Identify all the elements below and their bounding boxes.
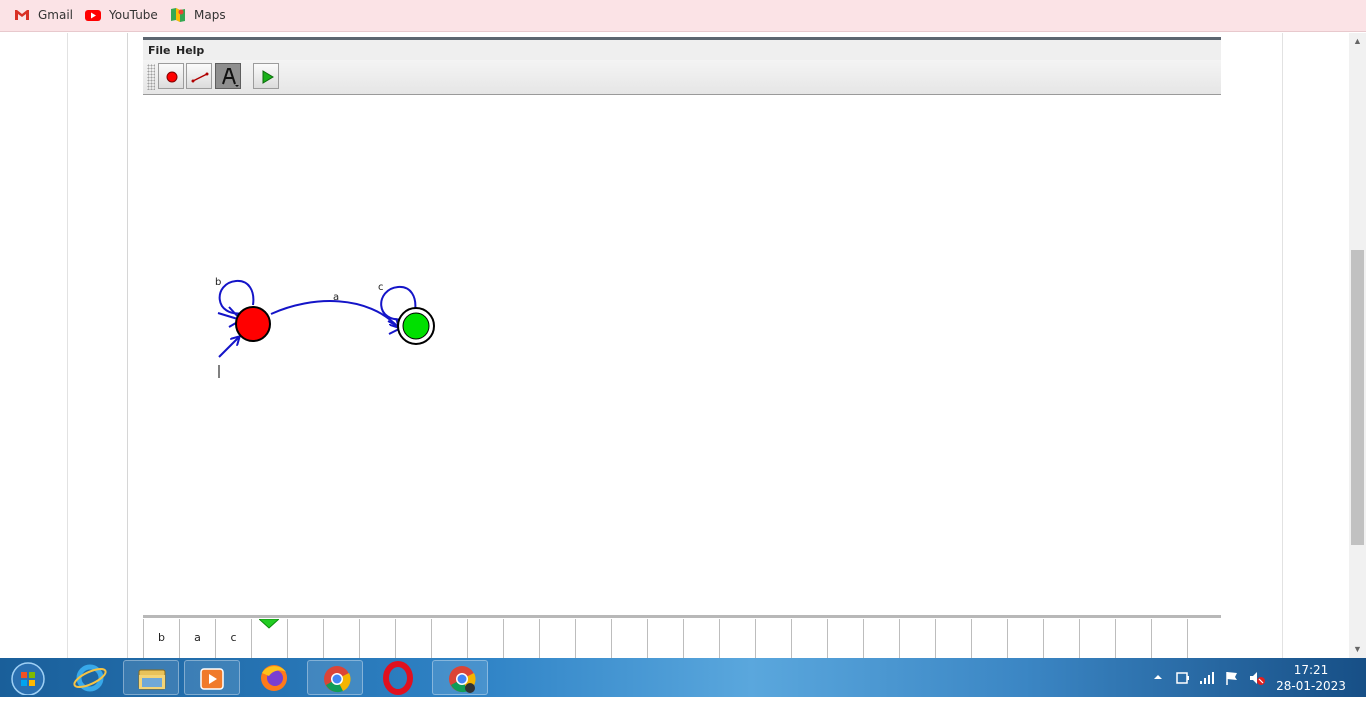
applet-toolbar (143, 60, 1221, 95)
initial-state-arrow (218, 337, 239, 358)
attribute-editor-button[interactable] (215, 63, 241, 89)
bookmark-label: Gmail (38, 8, 74, 22)
state-circle-icon (166, 71, 178, 83)
toolbar-grip[interactable] (147, 64, 155, 90)
transition-arrow-icon (191, 72, 209, 83)
transition-label-a[interactable]: a (333, 292, 339, 303)
page-right-rule (1282, 33, 1283, 658)
tape-cell[interactable] (971, 619, 1007, 658)
bookmarks-bar: Gmail YouTube Maps (0, 0, 1366, 32)
media-player-icon[interactable] (184, 660, 240, 695)
page-left-rule (67, 33, 68, 658)
tape-cell[interactable] (1007, 619, 1043, 658)
bookmark-label: YouTube (109, 8, 158, 22)
tape-cell[interactable]: b (143, 619, 179, 658)
windows-taskbar: 17:21 28-01-2023 (0, 658, 1366, 697)
tape-cell[interactable]: c (215, 619, 251, 658)
tape-cell[interactable] (719, 619, 755, 658)
tape-cell[interactable] (1043, 619, 1079, 658)
tape-cell[interactable] (287, 619, 323, 658)
tape-cell[interactable] (647, 619, 683, 658)
play-icon (262, 70, 274, 84)
tape-cell[interactable] (323, 619, 359, 658)
menu-help[interactable]: Help (176, 44, 204, 57)
chrome-active-icon[interactable] (432, 660, 488, 695)
bookmark-label: Maps (194, 8, 226, 22)
tape-cell[interactable] (395, 619, 431, 658)
bookmark-youtube[interactable]: YouTube (85, 7, 158, 23)
youtube-icon (85, 10, 101, 21)
tape-cell[interactable] (467, 619, 503, 658)
state-tool-button[interactable] (158, 63, 184, 89)
state-q0-initial[interactable] (235, 306, 271, 342)
start-button[interactable] (2, 660, 52, 695)
tape-cell[interactable] (359, 619, 395, 658)
maps-icon (171, 8, 185, 22)
network-signal-icon[interactable] (1199, 670, 1215, 709)
transition-label-c[interactable]: c (378, 282, 384, 293)
tape-cell[interactable] (1187, 619, 1221, 658)
transition-q0-q1 (270, 300, 398, 327)
bookmark-gmail[interactable]: Gmail (14, 7, 73, 23)
tape-cell[interactable] (863, 619, 899, 658)
automaton-diagram[interactable]: b a c (143, 95, 1221, 615)
tape-cell[interactable] (1151, 619, 1187, 658)
action-center-flag-icon[interactable] (1224, 670, 1240, 709)
state-q1-final[interactable] (402, 312, 430, 340)
volume-muted-icon[interactable] (1248, 670, 1266, 709)
file-explorer-icon[interactable] (123, 660, 179, 695)
clock-date: 28-01-2023 (1276, 679, 1346, 693)
scroll-down-arrow-icon[interactable]: ▼ (1349, 641, 1366, 658)
tape-separator (143, 615, 1221, 618)
applet-container-border (127, 33, 128, 658)
tape-cell[interactable] (755, 619, 791, 658)
tape-cell[interactable] (1115, 619, 1151, 658)
transition-tool-button[interactable] (186, 63, 212, 89)
show-hidden-icons-icon[interactable] (1152, 671, 1164, 710)
automaton-canvas[interactable]: b a c (143, 95, 1221, 615)
chrome-icon[interactable] (307, 660, 363, 695)
tape-cell[interactable] (503, 619, 539, 658)
tape-cell[interactable] (683, 619, 719, 658)
automaton-applet: File Help b a c b a c (143, 37, 1221, 658)
bookmark-maps[interactable]: Maps (170, 7, 226, 23)
tape-cell[interactable]: a (179, 619, 215, 658)
opera-icon[interactable] (369, 660, 425, 695)
system-clock[interactable]: 17:21 28-01-2023 (1276, 662, 1346, 694)
page-scrollbar[interactable]: ▲ ▼ (1349, 33, 1366, 658)
scrollbar-thumb[interactable] (1351, 250, 1364, 545)
tape-cell[interactable] (539, 619, 575, 658)
applet-menubar: File Help (143, 40, 1221, 60)
tape-head-marker (259, 619, 279, 629)
tape-cell[interactable] (827, 619, 863, 658)
scroll-up-arrow-icon[interactable]: ▲ (1349, 33, 1366, 50)
tape-cell[interactable] (431, 619, 467, 658)
letter-a-icon (222, 68, 239, 87)
run-button[interactable] (253, 63, 279, 89)
gmail-icon (15, 10, 29, 20)
menu-file[interactable]: File (148, 44, 171, 57)
tape-cell[interactable] (899, 619, 935, 658)
firefox-icon[interactable] (245, 660, 301, 695)
tape-cell[interactable] (611, 619, 647, 658)
tape-cell[interactable] (1079, 619, 1115, 658)
tape-cell[interactable] (575, 619, 611, 658)
tape-cell[interactable] (935, 619, 971, 658)
transition-label-b[interactable]: b (215, 277, 221, 288)
input-tape: bac (143, 615, 1221, 658)
tape-cell[interactable] (791, 619, 827, 658)
internet-explorer-icon[interactable] (62, 660, 118, 695)
power-plug-icon[interactable] (1175, 670, 1191, 709)
clock-time: 17:21 (1293, 663, 1329, 677)
